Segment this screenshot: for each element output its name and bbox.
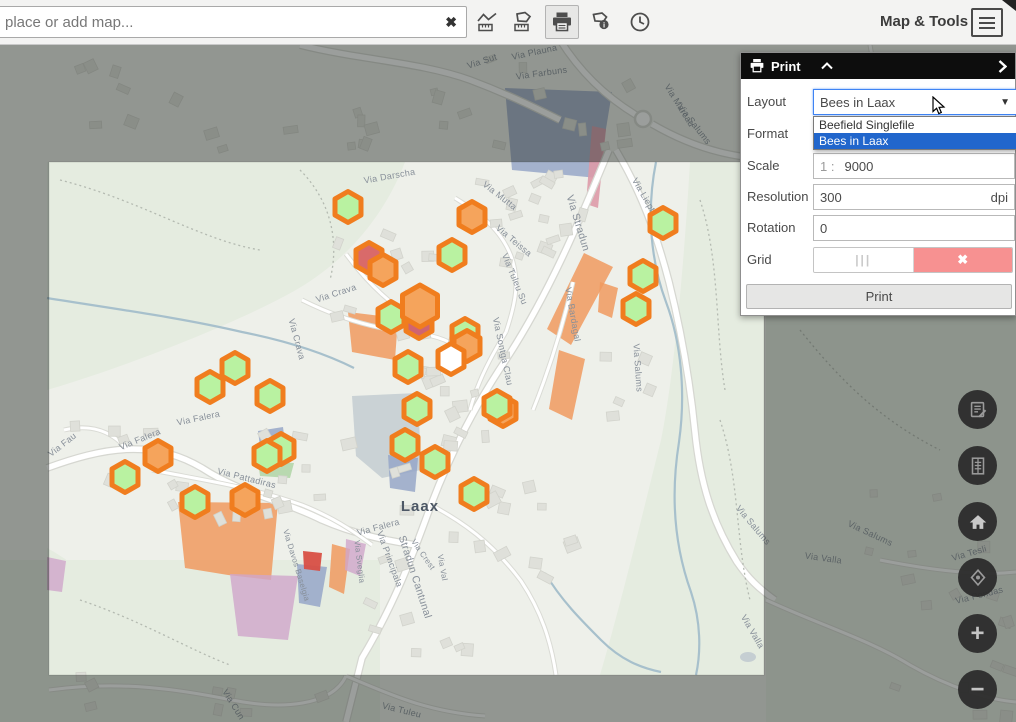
print-panel-icon [749, 59, 765, 73]
bee-hexagon-marker[interactable] [197, 372, 223, 403]
grid-toggle-grip: ||| [814, 248, 914, 272]
print-panel-title: Print [771, 59, 801, 74]
locate-button[interactable] [958, 558, 997, 597]
rotation-value: 0 [820, 221, 827, 236]
dropdown-option-selected[interactable]: Bees in Laax [814, 133, 1016, 149]
select-chevron-icon: ▼ [1000, 97, 1010, 108]
home-icon [967, 511, 989, 533]
search-box: ✖ [0, 6, 467, 38]
grid-label: Grid [747, 247, 772, 273]
bee-hexagon-marker[interactable] [422, 447, 448, 478]
collapse-chevron-icon[interactable] [821, 62, 833, 70]
scale-value: 9000 [844, 159, 873, 174]
bee-hexagon-marker[interactable] [145, 441, 171, 472]
report-icon [967, 399, 989, 421]
zoom-out-button[interactable]: − [958, 670, 997, 709]
scale-prefix: 1 : [820, 159, 834, 174]
menu-button[interactable] [971, 8, 1003, 37]
place-label-laax: Laax [401, 498, 439, 515]
map-tools-label: Map & Tools [880, 13, 968, 30]
format-label: Format [747, 121, 788, 147]
report-button[interactable] [958, 390, 997, 429]
document-button[interactable] [958, 446, 997, 485]
grid-toggle-off-icon: ✖ [914, 248, 1013, 272]
top-toolbar: ✖ [0, 0, 1016, 45]
layout-label: Layout [747, 89, 786, 115]
menu-line [979, 22, 995, 24]
bee-hexagon-marker[interactable] [182, 487, 208, 518]
bee-hexagon-marker[interactable] [395, 352, 421, 383]
measure-area-icon [511, 10, 535, 34]
clock-icon [628, 10, 652, 34]
resolution-input[interactable]: 300 dpi [813, 184, 1015, 210]
rotation-label: Rotation [747, 215, 795, 241]
search-clear-icon[interactable]: ✖ [445, 13, 457, 31]
bee-hexagon-marker[interactable] [403, 285, 438, 327]
scale-input[interactable]: 1 : 9000 [813, 153, 1015, 179]
resolution-value: 300 [820, 190, 842, 205]
zoom-in-button[interactable]: + [958, 614, 997, 653]
map-application: Via DarschaVia MuttaVia TeissaVia Tuleu … [0, 0, 1016, 722]
bee-hexagon-marker[interactable] [335, 192, 361, 223]
bee-hexagon-marker[interactable] [370, 255, 396, 286]
print-icon [550, 10, 574, 34]
resolution-label: Resolution [747, 184, 808, 210]
locate-icon [967, 567, 989, 589]
plus-icon: + [970, 622, 984, 646]
measure-area-button[interactable] [506, 5, 540, 39]
scale-label: Scale [747, 153, 780, 179]
bee-hexagon-marker[interactable] [459, 202, 485, 233]
bee-hexagon-marker[interactable] [232, 485, 258, 516]
print-panel-header[interactable]: Print [741, 53, 1015, 79]
layout-select-value: Bees in Laax [820, 95, 895, 110]
corner-decoration [1002, 0, 1016, 11]
dropdown-option[interactable]: Beefield Singlefile [814, 117, 1016, 133]
bee-hexagon-marker[interactable] [254, 441, 280, 472]
bee-hexagon-marker[interactable] [650, 208, 676, 239]
print-submit-button[interactable]: Print [746, 284, 1012, 309]
bee-hexagon-marker[interactable] [461, 479, 487, 510]
rotation-input[interactable]: 0 [813, 215, 1015, 241]
time-button[interactable] [623, 5, 657, 39]
home-button[interactable] [958, 502, 997, 541]
bee-hexagon-marker[interactable] [404, 394, 430, 425]
bee-hexagon-marker[interactable] [392, 430, 418, 461]
bee-hexagon-marker[interactable] [257, 381, 283, 412]
bee-hexagon-marker[interactable] [439, 240, 465, 271]
layout-dropdown-list: Beefield Singlefile Bees in Laax [813, 116, 1016, 150]
identify-button[interactable]: i [584, 5, 618, 39]
svg-text:i: i [603, 21, 605, 30]
bee-hexagon-marker[interactable] [222, 353, 248, 384]
document-icon [967, 455, 989, 477]
minus-icon: − [970, 678, 984, 702]
bee-hexagon-marker[interactable] [112, 462, 138, 493]
menu-line [979, 27, 995, 29]
bee-hexagon-marker[interactable] [630, 261, 656, 292]
grid-toggle[interactable]: ||| ✖ [813, 247, 1013, 273]
print-panel: Print Layout Bees in Laax ▼ Format Beefi… [740, 52, 1016, 316]
measure-line-icon [476, 10, 500, 34]
bee-hexagon-marker[interactable] [623, 294, 649, 325]
menu-line [979, 17, 995, 19]
bee-hexagon-marker[interactable] [484, 391, 510, 422]
measure-line-button[interactable] [471, 5, 505, 39]
layout-select[interactable]: Bees in Laax ▼ [813, 89, 1016, 115]
identify-icon: i [589, 10, 613, 34]
print-button-toolbar[interactable] [545, 5, 579, 39]
search-input[interactable] [0, 6, 467, 38]
panel-close-arrow-icon[interactable] [998, 60, 1007, 73]
bee-hexagon-marker[interactable] [438, 344, 464, 375]
resolution-unit: dpi [991, 190, 1008, 205]
